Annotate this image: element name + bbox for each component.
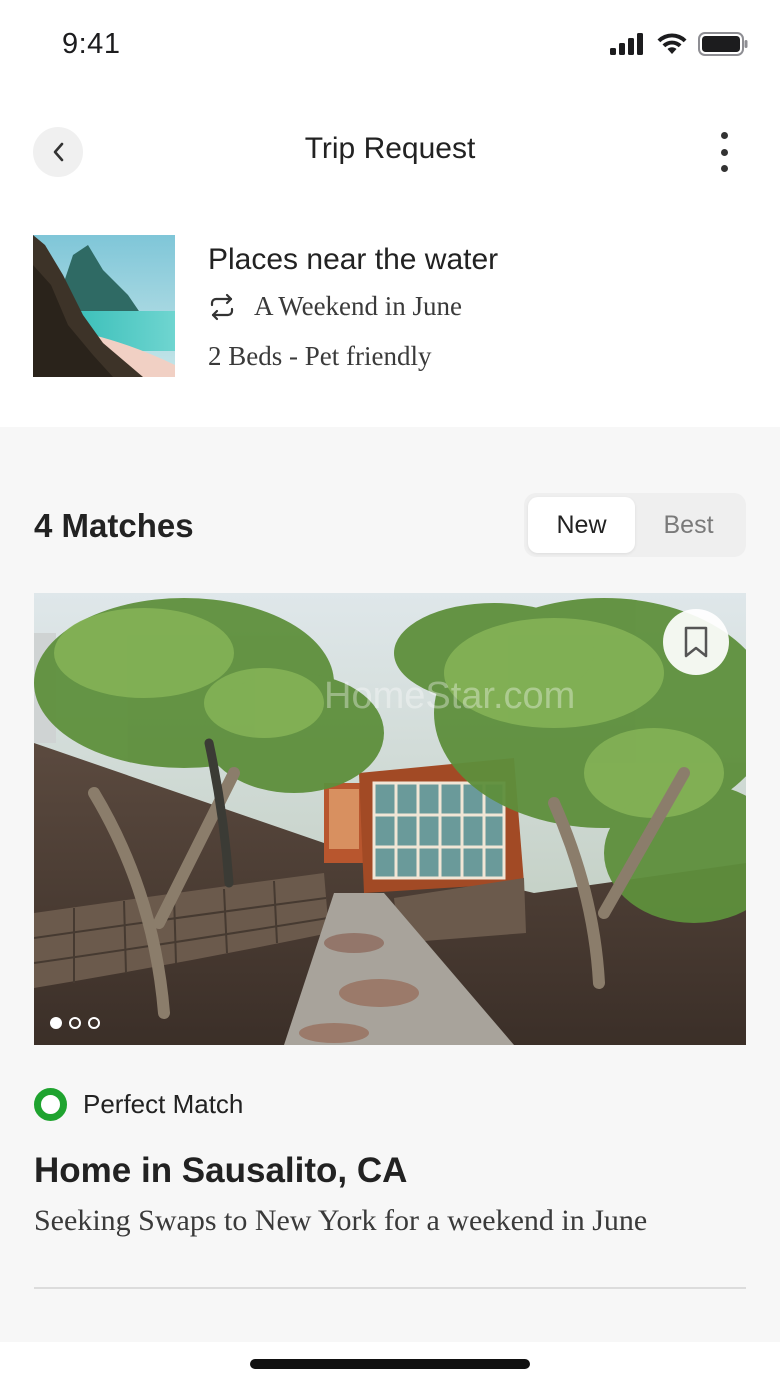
top-nav-bar: Trip Request: [0, 100, 780, 204]
trip-dates: A Weekend in June: [208, 291, 462, 322]
pagination-dot[interactable]: [88, 1017, 100, 1029]
matches-section: 4 Matches New Best HomeStar.com Perfect …: [0, 427, 780, 1342]
listing-photo[interactable]: HomeStar.com: [34, 593, 746, 1045]
sort-segmented-control: New Best: [524, 493, 746, 557]
more-options-button[interactable]: [714, 132, 734, 172]
photo-pagination-dots: [50, 1017, 100, 1029]
match-label: Perfect Match: [83, 1089, 244, 1119]
pagination-dot-active[interactable]: [50, 1017, 62, 1029]
trip-details: 2 Beds - Pet friendly: [208, 341, 432, 371]
trip-summary[interactable]: Places near the water A Weekend in June …: [33, 235, 753, 377]
status-bar: 9:41: [0, 0, 780, 90]
wifi-icon: [657, 33, 687, 54]
tab-best[interactable]: Best: [635, 497, 742, 553]
pagination-dot[interactable]: [69, 1017, 81, 1029]
matches-count-heading: 4 Matches: [34, 507, 194, 544]
match-status-icon: [34, 1088, 67, 1121]
repeat-icon: [210, 293, 234, 320]
listing-title[interactable]: Home in Sausalito, CA: [34, 1151, 407, 1191]
match-badge: Perfect Match: [34, 1088, 243, 1121]
bookmark-icon: [684, 626, 708, 658]
more-dot-icon: [720, 132, 728, 139]
cellular-signal-icon: [610, 33, 643, 55]
divider: [34, 1287, 746, 1289]
more-dot-icon: [720, 165, 728, 172]
save-listing-button[interactable]: [663, 609, 729, 675]
listing-subtitle: Seeking Swaps to New York for a weekend …: [34, 1204, 648, 1237]
page-title: Trip Request: [304, 132, 476, 165]
home-indicator: [250, 1359, 530, 1369]
trip-title: Places near the water: [208, 243, 499, 276]
trip-dates-label: A Weekend in June: [254, 291, 463, 321]
svg-text:HomeStar.com: HomeStar.com: [324, 675, 575, 717]
status-icons: [610, 32, 748, 56]
tab-new[interactable]: New: [528, 497, 635, 553]
trip-thumbnail: [33, 235, 175, 377]
status-time: 9:41: [62, 28, 121, 60]
battery-icon: [698, 32, 748, 56]
more-dot-icon: [720, 148, 728, 156]
